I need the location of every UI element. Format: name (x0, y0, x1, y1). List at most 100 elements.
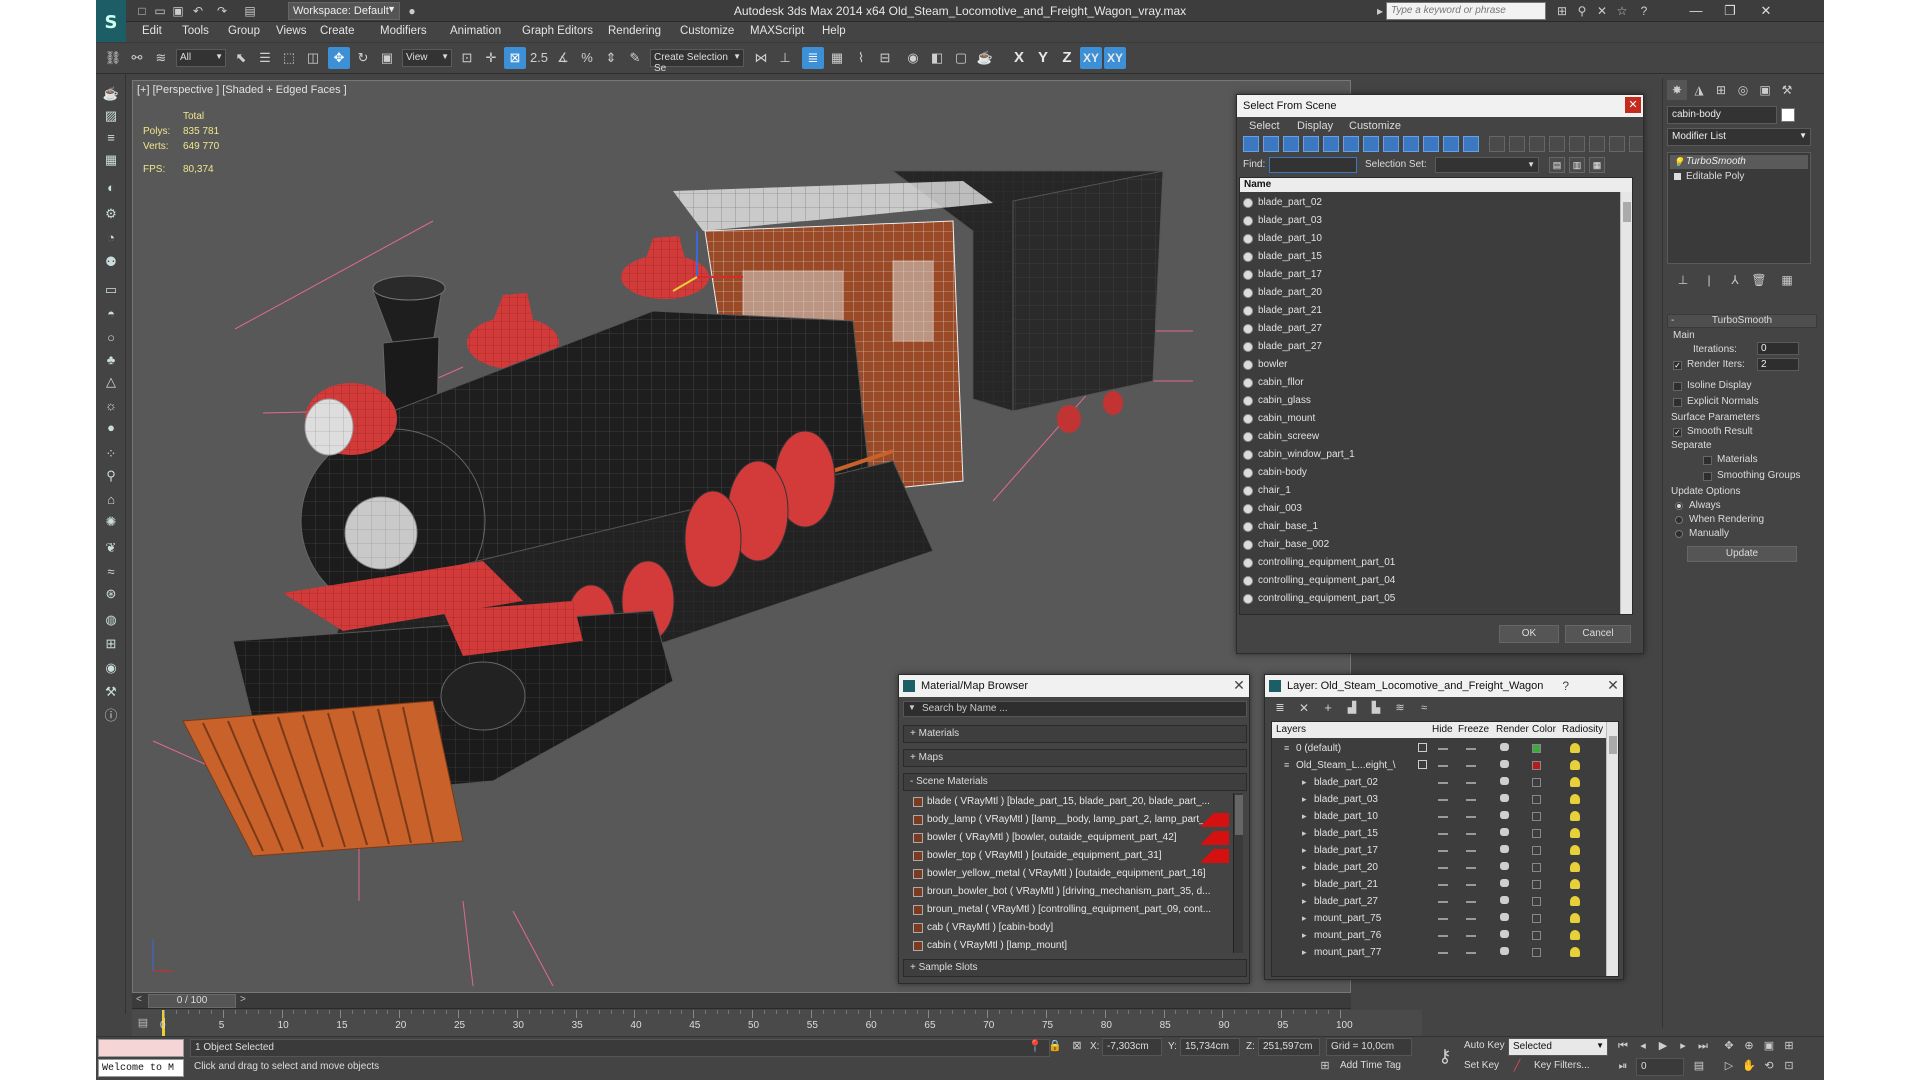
scene-material-item[interactable]: broun_bowler_bot ( VRayMtl ) [driving_me… (911, 883, 1229, 901)
close-icon[interactable]: ✕ (1231, 677, 1247, 693)
current-layer-checkbox[interactable] (1418, 760, 1427, 769)
undo-icon[interactable]: ↶ (190, 3, 206, 19)
set-key-button[interactable]: Set Key (1460, 1058, 1506, 1076)
filter-invert-display-icon[interactable] (1529, 136, 1545, 152)
window-crossing-icon[interactable]: ◫ (302, 47, 324, 69)
restrict-z-button[interactable]: Z (1056, 47, 1078, 69)
planet-icon[interactable]: ✺ (101, 512, 121, 532)
utilities-tab-icon[interactable]: ⚒ (1777, 80, 1797, 100)
menu-customize[interactable]: Customize (680, 25, 734, 37)
current-layer-checkbox[interactable] (1418, 743, 1427, 752)
hierarchy-tab-icon[interactable]: ⊞ (1711, 80, 1731, 100)
menu-select[interactable]: Select (1249, 120, 1280, 132)
isolate-selection-icon[interactable]: 📍 (1026, 1037, 1044, 1055)
menu-views[interactable]: Views (276, 25, 306, 37)
filter-frozen-icon[interactable] (1443, 136, 1459, 152)
radiosity-bulb-icon[interactable] (1570, 760, 1580, 770)
list-item[interactable]: blade_part_03 (1240, 212, 1620, 230)
keyboard-shortcut-override-icon[interactable]: ⊠ (504, 47, 526, 69)
mini-curve-editor-icon[interactable]: ▤ (132, 1010, 154, 1036)
filter-filter-icon-icon[interactable] (1609, 136, 1625, 152)
scrollbar-thumb[interactable] (1235, 795, 1243, 835)
section-maps[interactable]: + Maps (903, 749, 1247, 767)
dome-icon[interactable]: ◓ (101, 304, 121, 324)
lightbulb-icon[interactable]: 💡 (1673, 155, 1684, 169)
radiosity-bulb-icon[interactable] (1570, 777, 1580, 787)
help-icon[interactable]: ? (1636, 3, 1652, 19)
unlink-icon[interactable]: ⚯ (126, 47, 148, 69)
z-coord-field[interactable]: 251,597cm (1258, 1038, 1320, 1056)
layer-color-swatch[interactable] (1532, 897, 1541, 906)
remove-modifier-icon[interactable]: 🗑 (1749, 270, 1769, 290)
freeze-toggle[interactable] (1466, 952, 1476, 954)
picture-icon[interactable]: ▨ (101, 106, 121, 126)
rect-selection-icon[interactable]: ⬚ (278, 47, 300, 69)
bind-space-warp-icon[interactable]: ≋ (150, 47, 172, 69)
rendered-frame-window-icon[interactable]: ▢ (950, 47, 972, 69)
update-when-rendering-radio[interactable] (1675, 516, 1683, 524)
ok-button[interactable]: OK (1499, 625, 1559, 643)
radiosity-bulb-icon[interactable] (1570, 828, 1580, 838)
object-color-swatch[interactable] (1781, 108, 1795, 122)
viewport-label[interactable]: [+] [Perspective ] [Shaded + Edged Faces… (137, 84, 347, 96)
scene-material-item[interactable]: broun_metal ( VRayMtl ) [controlling_equ… (911, 901, 1229, 919)
freeze-toggle[interactable] (1466, 833, 1476, 835)
render-teapot-icon[interactable] (1500, 760, 1509, 768)
filter-helpers-icon[interactable] (1323, 136, 1339, 152)
hide-toggle[interactable] (1438, 867, 1448, 869)
time-slider-thumb[interactable]: 0 / 100 (148, 994, 236, 1008)
project-folder-icon[interactable]: ▤ (242, 3, 258, 19)
select-scale-icon[interactable]: ▣ (376, 47, 398, 69)
key-filters-button[interactable]: Key Filters... (1530, 1058, 1608, 1076)
display-tab-icon[interactable]: ▣ (1755, 80, 1775, 100)
filter-hidden-icon[interactable] (1463, 136, 1479, 152)
slider-prev-icon[interactable]: < (136, 994, 142, 1005)
list-item[interactable]: controlling_equipment_part_01 (1240, 554, 1620, 572)
filter-sync-selection-icon[interactable] (1549, 136, 1565, 152)
radiosity-bulb-icon[interactable] (1570, 743, 1580, 753)
edit-named-selection-icon[interactable]: ✎ (624, 47, 646, 69)
close-icon[interactable]: ✕ (1625, 97, 1641, 113)
menu-edit[interactable]: Edit (142, 25, 162, 37)
menu-create[interactable]: Create (320, 25, 355, 37)
list-item[interactable]: cabin_mount (1240, 410, 1620, 428)
layer-row[interactable]: ▸ blade_part_03 (1272, 791, 1618, 808)
hide-toggle[interactable] (1438, 901, 1448, 903)
freeze-all-icon[interactable]: ≈ (1415, 699, 1433, 717)
zoom-all-icon[interactable]: ⊕ (1740, 1037, 1758, 1055)
freeze-toggle[interactable] (1466, 782, 1476, 784)
go-to-end-icon[interactable]: ⏭ (1694, 1037, 1712, 1055)
cloth-icon[interactable]: ⊛ (101, 584, 121, 604)
col-layers[interactable]: Layers (1276, 724, 1306, 735)
camera-icon[interactable]: ⚉ (101, 252, 121, 272)
render-production-icon[interactable]: ☕ (974, 47, 996, 69)
stack-item-editable-poly[interactable]: Editable Poly (1670, 170, 1808, 184)
cancel-button[interactable]: Cancel (1565, 625, 1631, 643)
layer-row[interactable]: ▸ mount_part_77 (1272, 944, 1618, 961)
layer-color-swatch[interactable] (1532, 931, 1541, 940)
col-freeze[interactable]: Freeze (1458, 724, 1489, 735)
mirror-icon[interactable]: ⋈ (750, 47, 772, 69)
curve-editor-icon[interactable]: ⌇ (850, 47, 872, 69)
isoline-display-checkbox[interactable] (1673, 382, 1682, 391)
go-to-start-icon[interactable]: ⏮ (1614, 1037, 1632, 1055)
scene-material-item[interactable]: cabin ( VRayMtl ) [lamp_mount] (911, 937, 1229, 955)
filter-bones-icon[interactable] (1403, 136, 1419, 152)
freeze-toggle[interactable] (1466, 935, 1476, 937)
render-iters-spinner[interactable]: 2 (1757, 358, 1799, 371)
list-item[interactable]: cabin-body (1240, 464, 1620, 482)
link-icon[interactable]: ⛓ (102, 47, 124, 69)
helper-icon[interactable]: ⚙ (101, 204, 121, 224)
render-teapot-icon[interactable] (1500, 845, 1509, 853)
configure-sets-icon[interactable]: ▦ (1777, 270, 1797, 290)
object-name-field[interactable]: cabin-body (1667, 106, 1777, 124)
set-key-icon[interactable]: ⚷ (1432, 1043, 1458, 1069)
zoom-icon[interactable]: ✥ (1720, 1037, 1738, 1055)
maxscript-listener-pink[interactable] (98, 1039, 184, 1057)
favorites-star-icon[interactable]: ☆ (1614, 3, 1630, 19)
render-teapot-icon[interactable] (1500, 947, 1509, 955)
light-icon[interactable]: ◐ (101, 178, 121, 198)
render-teapot-icon[interactable] (1500, 777, 1509, 785)
render-teapot-icon[interactable] (1500, 828, 1509, 836)
smoothing-groups-checkbox[interactable] (1703, 472, 1712, 481)
